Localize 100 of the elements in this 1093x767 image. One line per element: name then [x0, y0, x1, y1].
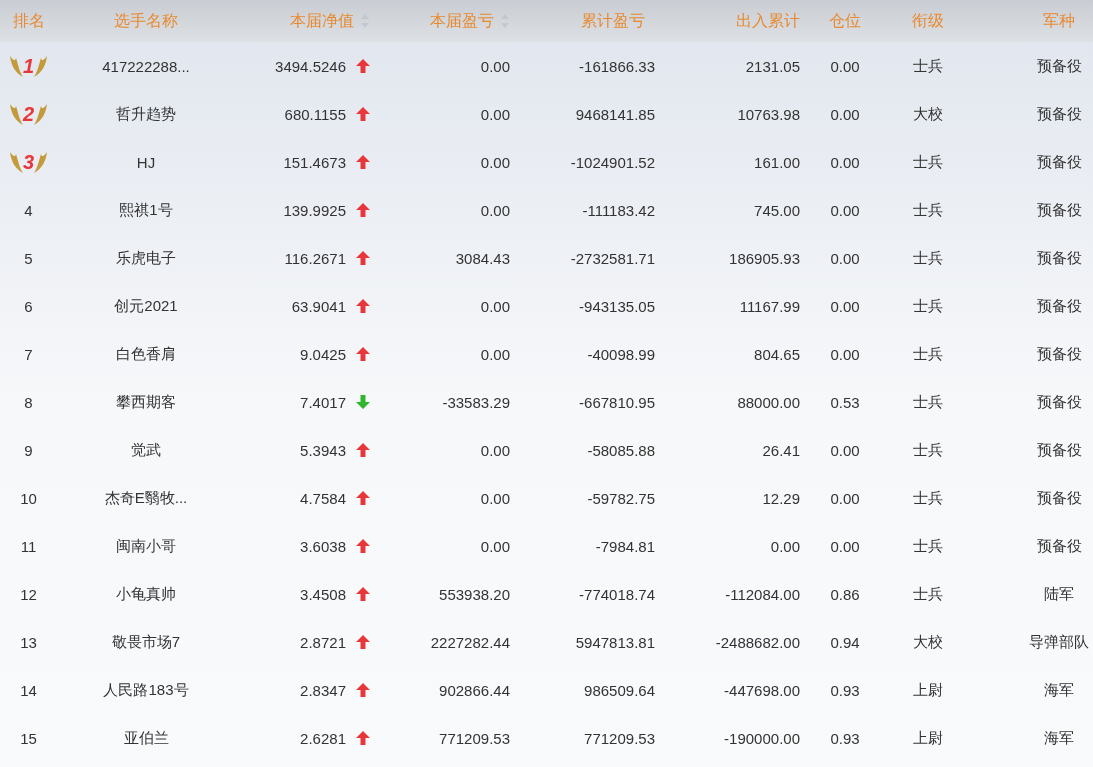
table-cell: 0.00	[830, 153, 860, 171]
table-cell: 11167.99	[739, 297, 800, 315]
column-header: 本届净值	[290, 10, 354, 31]
table-cell: 预备役	[1036, 536, 1082, 556]
table-cell: 0.00	[830, 489, 860, 507]
table-cell: 士兵	[912, 152, 943, 172]
table-cell: 5947813.81	[575, 633, 655, 651]
table-cell: 0.86	[830, 585, 860, 603]
table-cell: 陆军	[1044, 584, 1074, 604]
table-cell: 士兵	[912, 488, 943, 508]
table-cell: 0.00	[480, 345, 510, 363]
rank-number: 9	[24, 441, 33, 459]
table-cell: 9468141.85	[575, 105, 655, 123]
rank-number: 14	[20, 681, 37, 699]
player-name: HJ	[136, 153, 156, 171]
column-header: 仓位	[829, 10, 861, 31]
table-cell: 10763.98	[737, 105, 800, 123]
table-cell: 0.00	[480, 153, 510, 171]
table-cell: -1024901.52	[570, 153, 655, 171]
table-cell: 0.00	[480, 105, 510, 123]
rank-number: 13	[20, 633, 37, 651]
wing-icon	[32, 102, 49, 126]
table-cell: 0.00	[830, 201, 860, 219]
table-cell: 海军	[1044, 680, 1074, 700]
table-cell: 0.53	[830, 393, 860, 411]
table-cell: 导弹部队	[1029, 632, 1089, 652]
column-header: 选手名称	[114, 10, 178, 31]
rank-number: 6	[24, 297, 33, 315]
table-cell: 771209.53	[439, 729, 510, 747]
net-value: 3.6038	[300, 537, 346, 555]
net-value: 3494.5246	[275, 57, 346, 75]
net-value: 3.4508	[300, 585, 346, 603]
table-cell: 预备役	[1036, 440, 1082, 460]
table-cell: -33583.29	[442, 393, 510, 411]
table-cell: 2131.05	[745, 57, 800, 75]
rank-number: 12	[20, 585, 37, 603]
table-cell: 0.00	[830, 105, 860, 123]
table-cell: 26.41	[762, 441, 800, 459]
player-name: 417222288...	[102, 57, 190, 75]
rank-number: 8	[24, 393, 33, 411]
table-cell: -190000.00	[724, 729, 800, 747]
table-cell: -774018.74	[579, 585, 655, 603]
table-cell: -58085.88	[587, 441, 655, 459]
net-value: 116.2671	[284, 249, 346, 267]
rank-number: 1	[22, 54, 35, 78]
rank-number: 3	[22, 150, 35, 174]
table-cell: -111183.42	[582, 201, 655, 219]
net-value: 139.9925	[283, 201, 346, 219]
player-name: 创元2021	[114, 296, 178, 316]
table-cell: 上尉	[912, 728, 943, 748]
rank-number: 15	[20, 729, 37, 747]
table-cell: 预备役	[1036, 392, 1082, 412]
net-value: 7.4017	[300, 393, 346, 411]
column-header: 军种	[1043, 10, 1075, 31]
net-value: 2.8721	[300, 633, 346, 651]
table-cell: -447698.00	[724, 681, 800, 699]
table-cell: 902866.44	[439, 681, 510, 699]
table-cell: 士兵	[912, 248, 943, 268]
table-cell: 0.00	[770, 537, 800, 555]
table-cell: 553938.20	[439, 585, 510, 603]
net-value: 5.3943	[300, 441, 346, 459]
net-value: 63.9041	[291, 297, 346, 315]
table-cell: 771209.53	[584, 729, 655, 747]
table-cell: -2488682.00	[715, 633, 800, 651]
player-name: 攀西期客	[116, 392, 176, 412]
table-cell: 0.00	[480, 537, 510, 555]
rank-number: 4	[24, 201, 33, 219]
column-header: 本届盈亏	[430, 10, 494, 31]
table-cell: 0.00	[480, 489, 510, 507]
table-cell: 0.93	[830, 681, 860, 699]
net-value: 2.8347	[300, 681, 346, 699]
table-cell: 0.00	[830, 57, 860, 75]
rank-number: 5	[24, 249, 33, 267]
table-cell: 0.00	[480, 297, 510, 315]
table-cell: -2732581.71	[570, 249, 655, 267]
table-cell: 预备役	[1036, 152, 1082, 172]
table-cell: 745.00	[754, 201, 800, 219]
table-cell: 士兵	[912, 440, 943, 460]
table-cell: 大校	[912, 104, 943, 124]
column-header: 衔级	[911, 10, 944, 31]
column-header: 排名	[12, 10, 45, 31]
table-cell: -161866.33	[579, 57, 655, 75]
wing-icon	[32, 150, 49, 174]
rank-number: 7	[24, 345, 33, 363]
player-name: 觉武	[131, 440, 161, 460]
table-cell: -943135.05	[579, 297, 655, 315]
player-name: 敬畏市场7	[111, 632, 181, 652]
table-cell: 0.93	[830, 729, 860, 747]
table-cell: 预备役	[1036, 296, 1082, 316]
player-name: 白色香肩	[116, 344, 176, 364]
table-cell: 0.00	[480, 441, 510, 459]
net-value: 151.4673	[283, 153, 346, 171]
table-cell: 士兵	[912, 56, 943, 76]
table-cell: 预备役	[1036, 104, 1082, 124]
table-cell: 预备役	[1036, 248, 1082, 268]
table-cell: 2227282.44	[430, 633, 510, 651]
table-cell: 12.29	[762, 489, 800, 507]
net-value: 2.6281	[300, 729, 346, 747]
table-cell: 士兵	[912, 392, 943, 412]
wing-icon	[32, 54, 49, 78]
